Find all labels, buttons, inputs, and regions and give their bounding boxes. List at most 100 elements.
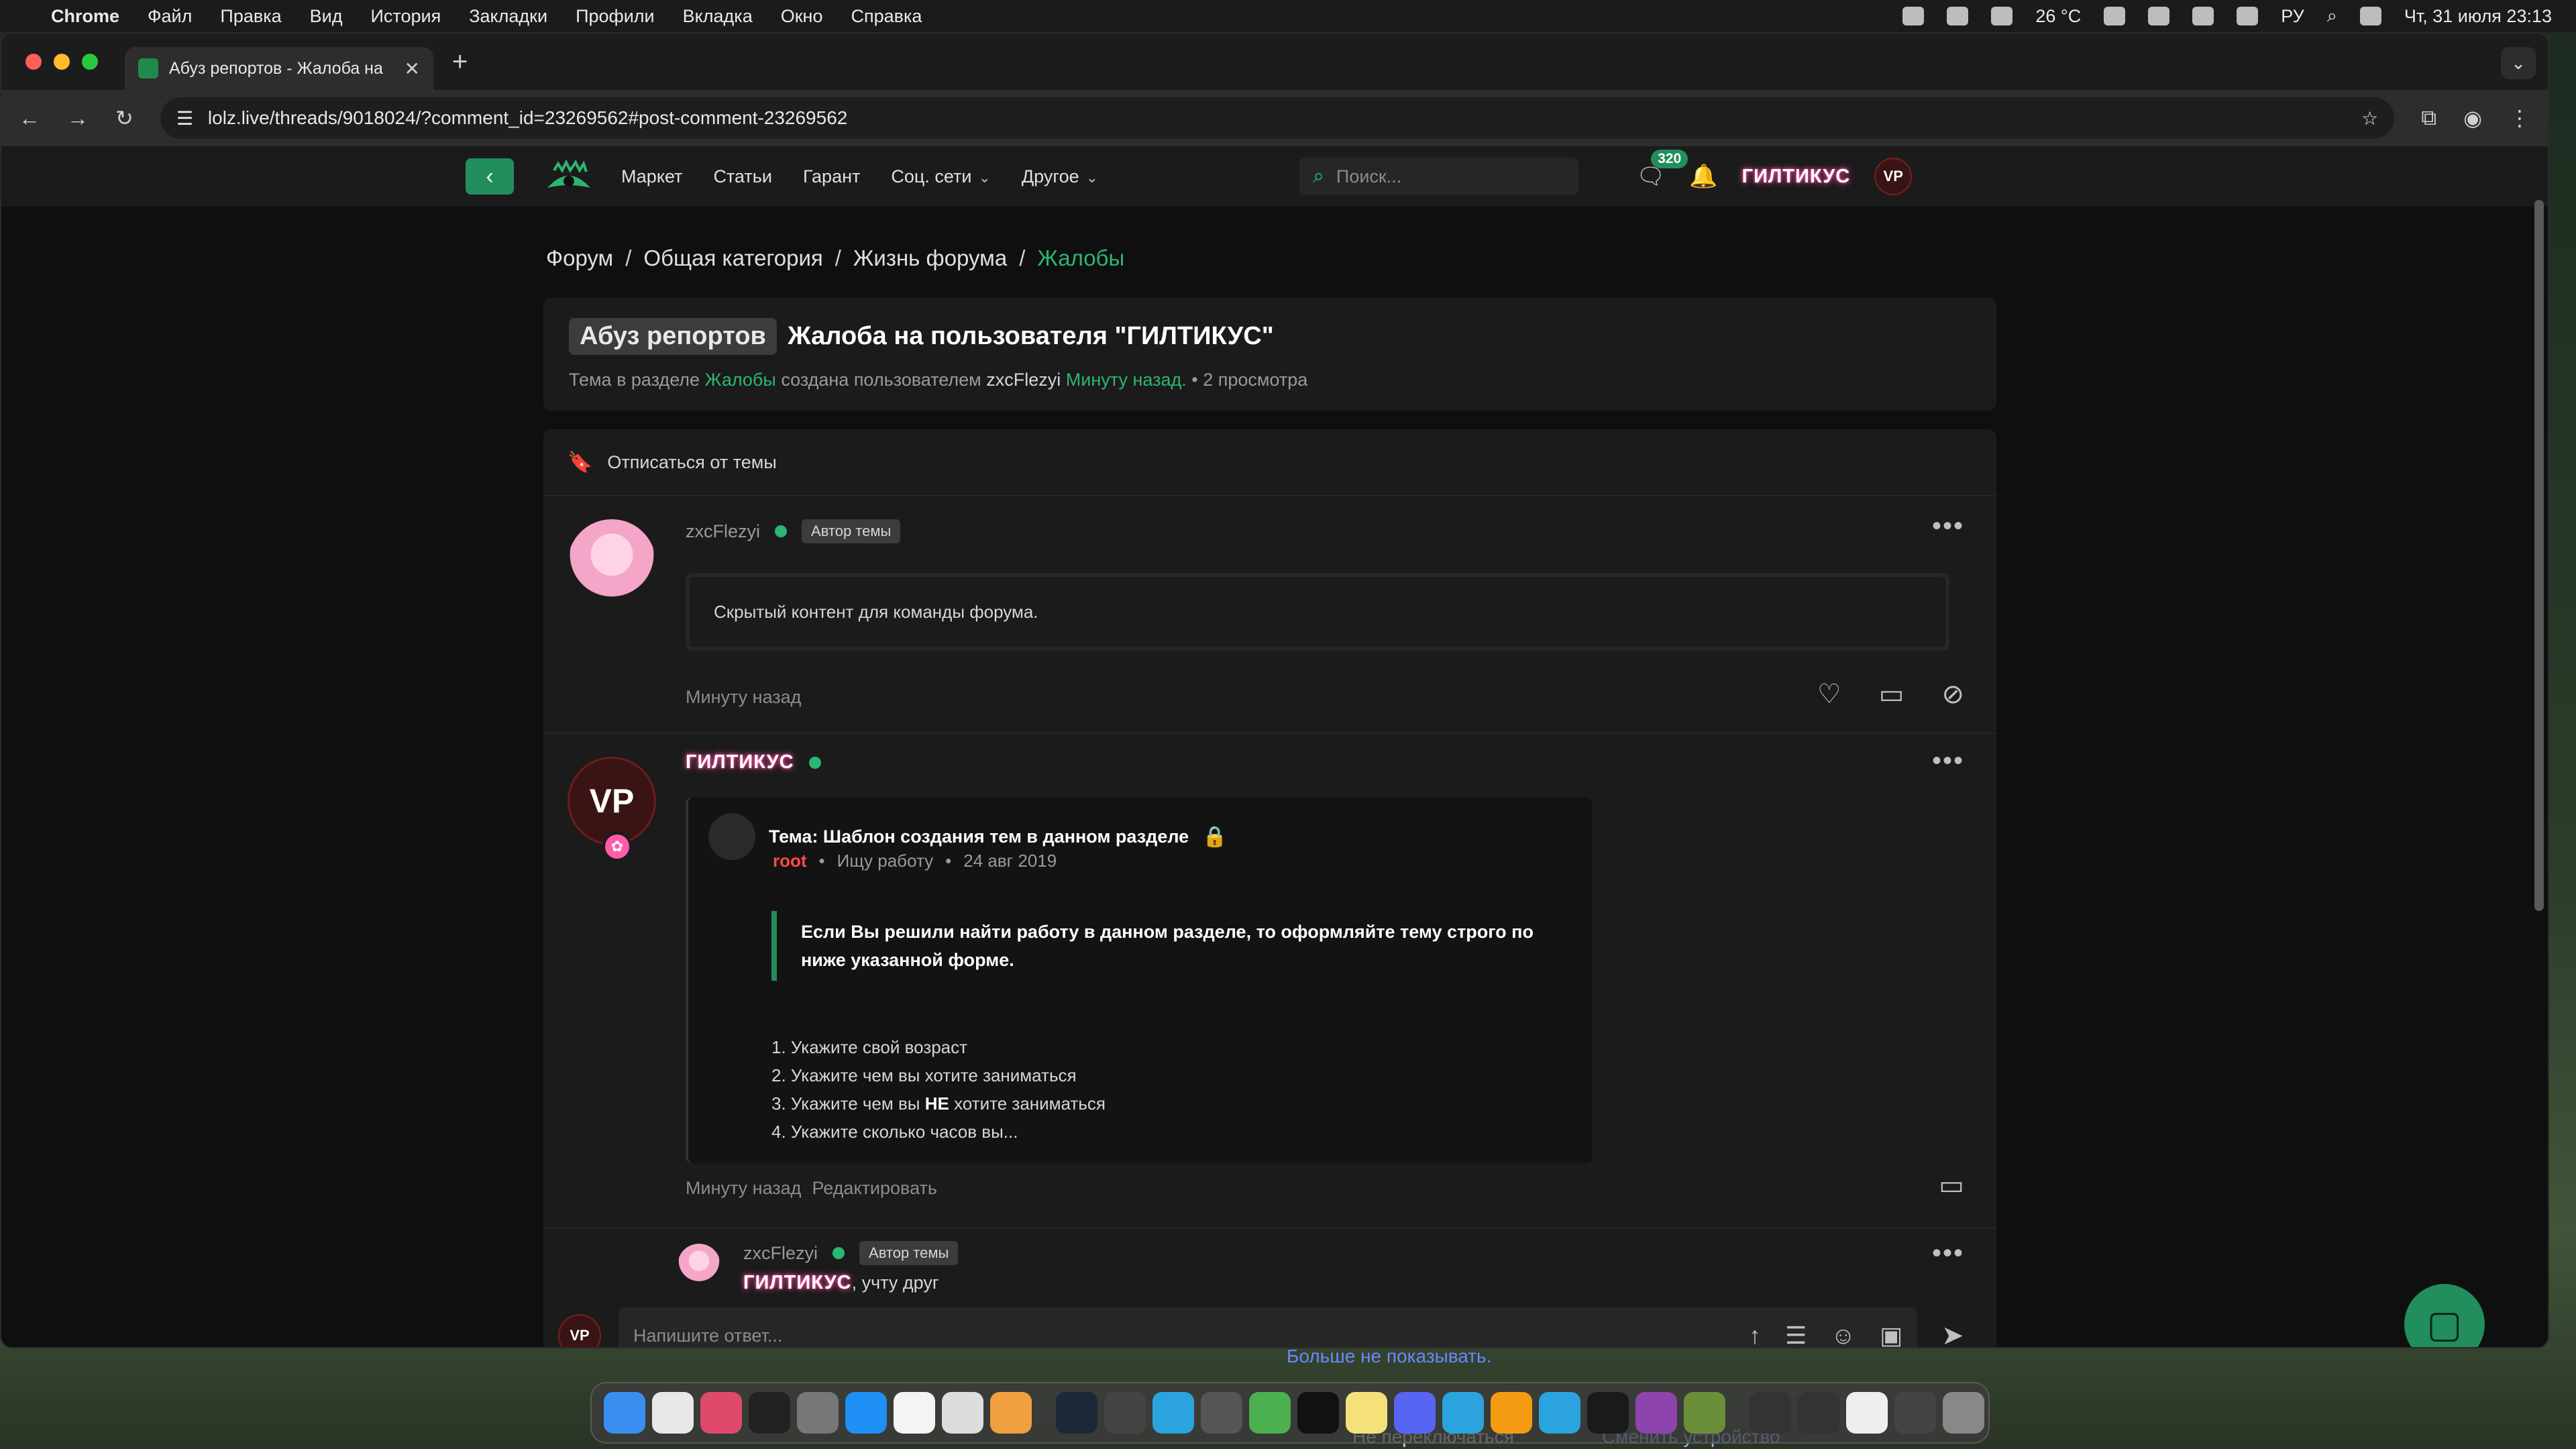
menu-bookmarks[interactable]: Закладки — [469, 6, 547, 27]
avatar[interactable] — [678, 1244, 720, 1287]
breadcrumb-forum-life[interactable]: Жизнь форума — [853, 246, 1007, 271]
post-username[interactable]: ГИЛТИКУС — [686, 751, 794, 773]
header-username[interactable]: ГИЛТИКУС — [1742, 166, 1851, 188]
finder-icon[interactable] — [604, 1392, 645, 1434]
quote-title[interactable]: Тема: Шаблон создания тем в данном разде… — [769, 826, 1189, 847]
menu-app-name[interactable]: Chrome — [51, 6, 119, 27]
meta-time[interactable]: Минуту назад. — [1066, 370, 1187, 390]
bell-icon[interactable]: 🔔 — [1689, 163, 1717, 190]
unsubscribe-button[interactable]: 🔖 Отписаться от темы — [543, 429, 1996, 496]
menu-edit[interactable]: Правка — [220, 6, 281, 27]
bookmark-star-icon[interactable]: ☆ — [2361, 107, 2378, 129]
app-icon[interactable] — [1635, 1392, 1677, 1434]
new-tab-button[interactable]: + — [452, 47, 468, 77]
address-bar[interactable]: ☰ lolz.live/threads/9018024/?comment_id=… — [160, 97, 2395, 139]
comment-icon[interactable]: ▭ — [1939, 1170, 1964, 1201]
background-dont-show-link[interactable]: Больше не показывать. — [1287, 1346, 1491, 1367]
quote-author[interactable]: root — [773, 851, 807, 871]
profile-icon[interactable]: ◉ — [2463, 105, 2482, 131]
close-window-button[interactable] — [25, 54, 42, 70]
wordpress-tray-icon[interactable] — [2104, 7, 2126, 25]
nav-social[interactable]: Соц. сети ⌄ — [891, 166, 991, 187]
post-username[interactable]: zxcFlezyi — [686, 521, 760, 542]
menu-profiles[interactable]: Профили — [576, 6, 655, 27]
reply-input[interactable]: Напишите ответ... ↑ ☰ ☺ ▣ — [619, 1307, 1917, 1347]
mention-link[interactable]: ГИЛТИКУС — [743, 1272, 852, 1293]
thread-prefix[interactable]: Абуз репортов — [569, 318, 777, 355]
header-avatar[interactable]: VP — [1874, 158, 1913, 195]
app-icon[interactable] — [942, 1392, 983, 1434]
search-icon[interactable]: ⌕ — [2327, 5, 2337, 27]
send-icon[interactable]: ➤ — [1941, 1320, 1964, 1347]
trash-icon[interactable] — [1943, 1392, 1984, 1434]
nav-market[interactable]: Маркет — [621, 166, 682, 187]
menu-view[interactable]: Вид — [310, 6, 343, 27]
input-language[interactable]: РУ — [2281, 6, 2304, 27]
quoted-thread-card[interactable]: Тема: Шаблон создания тем в данном разде… — [686, 797, 1593, 1163]
breadcrumb-forum[interactable]: Форум — [546, 246, 613, 271]
meta-author-link[interactable]: zxcFlezyi — [986, 370, 1061, 390]
search-input[interactable]: ⌕ Поиск... — [1299, 158, 1579, 195]
chat-fab-button[interactable]: ▢ — [2404, 1284, 2485, 1347]
site-info-icon[interactable]: ☰ — [176, 107, 193, 129]
post-time[interactable]: Минуту назад — [686, 687, 801, 708]
app-store-icon[interactable] — [845, 1392, 887, 1434]
activity-monitor-icon[interactable] — [1587, 1392, 1629, 1434]
comment-more-icon[interactable]: ••• — [1932, 1238, 1964, 1269]
app-icon[interactable] — [749, 1392, 790, 1434]
comment-username[interactable]: zxcFlezyi — [743, 1243, 818, 1264]
url-text[interactable]: lolz.live/threads/9018024/?comment_id=23… — [208, 107, 2347, 129]
volume-icon[interactable] — [2192, 7, 2214, 25]
back-arrow-icon[interactable]: ← — [19, 106, 40, 131]
arrow-up-icon[interactable]: ↑ — [1749, 1322, 1761, 1347]
post-more-icon[interactable]: ••• — [1932, 511, 1964, 541]
tab-search-button[interactable]: ⌄ — [2501, 47, 2536, 79]
menu-help[interactable]: Справка — [851, 6, 922, 27]
telegram-icon[interactable] — [1442, 1392, 1484, 1434]
browser-tab[interactable]: Абуз репортов - Жалоба на ✕ — [125, 47, 433, 90]
comment-icon[interactable]: ▭ — [1879, 679, 1904, 710]
window-thumbnail-icon[interactable] — [1846, 1392, 1888, 1434]
sublime-icon[interactable] — [1491, 1392, 1532, 1434]
nav-other[interactable]: Другое ⌄ — [1022, 166, 1098, 187]
breadcrumb-complaints[interactable]: Жалобы — [1037, 246, 1124, 271]
minimize-window-button[interactable] — [54, 54, 70, 70]
close-tab-icon[interactable]: ✕ — [405, 58, 420, 80]
menu-file[interactable]: Файл — [148, 6, 192, 27]
back-button[interactable]: ‹ — [466, 158, 514, 195]
nav-guarantee[interactable]: Гарант — [803, 166, 860, 187]
telegram-icon[interactable] — [1152, 1392, 1194, 1434]
post-time[interactable]: Минуту назад — [686, 1178, 801, 1199]
reload-icon[interactable]: ↻ — [115, 105, 133, 131]
minecraft-icon[interactable] — [1684, 1392, 1725, 1434]
window-thumbnail-icon[interactable] — [1798, 1392, 1839, 1434]
emoji-icon[interactable]: ☺ — [1831, 1322, 1856, 1347]
control-center-icon[interactable] — [2359, 7, 2381, 25]
page-scrollbar[interactable] — [2534, 200, 2544, 911]
utorrent-icon[interactable] — [1249, 1392, 1291, 1434]
notes-icon[interactable] — [1346, 1392, 1387, 1434]
app-icon[interactable] — [1201, 1392, 1242, 1434]
discord-icon[interactable] — [1394, 1392, 1436, 1434]
menu-history[interactable]: История — [370, 6, 441, 27]
app-tray-icon[interactable] — [1947, 7, 1969, 25]
nav-articles[interactable]: Статьи — [713, 166, 772, 187]
edit-link[interactable]: Редактировать — [812, 1178, 937, 1199]
meta-section-link[interactable]: Жалобы — [705, 370, 776, 390]
telegram-tray-icon[interactable] — [1902, 7, 1925, 25]
app-icon[interactable] — [700, 1392, 742, 1434]
steam-icon[interactable] — [1056, 1392, 1097, 1434]
app-icon[interactable] — [1104, 1392, 1146, 1434]
launchpad-icon[interactable] — [990, 1392, 1032, 1434]
browser-menu-icon[interactable]: ⋮ — [2509, 105, 2530, 131]
post-more-icon[interactable]: ••• — [1932, 746, 1964, 776]
chrome-icon[interactable] — [652, 1392, 694, 1434]
breadcrumb-general[interactable]: Общая категория — [643, 246, 822, 271]
avatar[interactable] — [568, 519, 656, 608]
menu-tab[interactable]: Вкладка — [683, 6, 753, 27]
image-icon[interactable]: ▣ — [1880, 1322, 1902, 1347]
calendar-icon[interactable] — [894, 1392, 935, 1434]
like-heart-icon[interactable]: ♡ — [1817, 679, 1841, 710]
hide-eye-icon[interactable]: ⊘ — [1941, 679, 1964, 710]
terminal-icon[interactable] — [1297, 1392, 1339, 1434]
